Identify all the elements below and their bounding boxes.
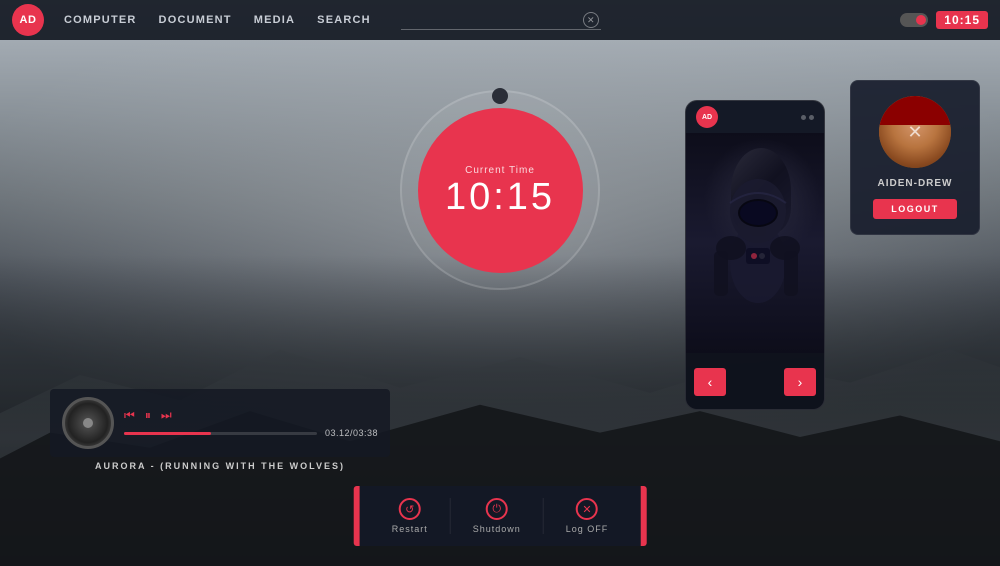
phone-header: AD xyxy=(686,101,824,133)
pause-button[interactable]: ⏸ xyxy=(145,408,151,423)
progress-row: 03.12/03:38 xyxy=(124,428,378,438)
phone-dot-1 xyxy=(801,115,806,120)
nav-computer[interactable]: COMPUTER xyxy=(64,14,137,26)
restart-label: Restart xyxy=(392,524,428,534)
phone-next-button[interactable]: › xyxy=(784,368,816,396)
music-controls: ⏮ ⏸ ⏭ 03.12/03:38 xyxy=(124,408,378,438)
nav-logo[interactable]: AD xyxy=(12,4,44,36)
shutdown-button[interactable]: ⏻ Shutdown xyxy=(451,498,544,534)
phone-image xyxy=(686,133,824,353)
nav-time-display: 10:15 xyxy=(936,11,988,29)
progress-fill xyxy=(124,432,211,435)
power-toggle[interactable] xyxy=(900,13,928,27)
music-player: ⏮ ⏸ ⏭ 03.12/03:38 AURORA - (RUNNING WITH… xyxy=(50,389,390,471)
nav-document[interactable]: DOCUMENT xyxy=(159,14,232,26)
bottom-actions: ↺ Restart ⏻ Shutdown ✕ Log OFF xyxy=(360,486,641,546)
user-name: AIDEN-DREW xyxy=(878,178,953,189)
phone-prev-button[interactable]: ‹ xyxy=(694,368,726,396)
clock-time: 10:15 xyxy=(445,178,555,216)
clock-widget: Current Time 10:15 xyxy=(390,80,610,300)
avatar-container: ✕ xyxy=(879,96,951,168)
phone-footer: ‹ › xyxy=(686,353,824,410)
search-container: ✕ xyxy=(401,11,601,30)
logoff-label: Log OFF xyxy=(566,524,609,534)
avatar-x-mark: ✕ xyxy=(879,96,951,168)
restart-button[interactable]: ↺ Restart xyxy=(370,498,451,534)
phone-dots xyxy=(801,115,814,120)
prev-button[interactable]: ⏮ xyxy=(124,408,135,423)
navbar: AD COMPUTER DOCUMENT MEDIA SEARCH ✕ 10:1… xyxy=(0,0,1000,40)
logout-button[interactable]: LOGOUT xyxy=(873,199,957,219)
phone-dot-2 xyxy=(809,115,814,120)
search-input[interactable] xyxy=(401,13,601,30)
nav-search[interactable]: SEARCH xyxy=(317,14,371,26)
robot-svg xyxy=(686,133,824,353)
bar-accent-right xyxy=(640,486,646,546)
search-clear-button[interactable]: ✕ xyxy=(583,12,599,28)
restart-icon: ↺ xyxy=(399,498,421,520)
clock-label: Current Time xyxy=(465,165,535,176)
user-card: ✕ AIDEN-DREW LOGOUT xyxy=(850,80,980,235)
phone-logo: AD xyxy=(696,106,718,128)
phone-card: AD xyxy=(685,100,825,410)
clock-dot xyxy=(492,88,508,104)
shutdown-icon: ⏻ xyxy=(486,498,508,520)
shutdown-label: Shutdown xyxy=(473,524,521,534)
time-widget: 10:15 xyxy=(900,11,988,29)
logoff-icon: ✕ xyxy=(576,498,598,520)
music-title: AURORA - (RUNNING WITH THE WOLVES) xyxy=(50,461,390,471)
music-time: 03.12/03:38 xyxy=(325,428,378,438)
clock-face: Current Time 10:15 xyxy=(418,108,583,273)
logoff-button[interactable]: ✕ Log OFF xyxy=(544,498,631,534)
next-button[interactable]: ⏭ xyxy=(161,408,172,423)
music-bar: ⏮ ⏸ ⏭ 03.12/03:38 xyxy=(50,389,390,457)
progress-bar[interactable] xyxy=(124,432,317,435)
nav-links: COMPUTER DOCUMENT MEDIA SEARCH xyxy=(64,14,371,26)
music-buttons: ⏮ ⏸ ⏭ xyxy=(124,408,378,423)
nav-media[interactable]: MEDIA xyxy=(254,14,295,26)
bottom-action-bar: ↺ Restart ⏻ Shutdown ✕ Log OFF xyxy=(354,486,647,546)
music-disc xyxy=(62,397,114,449)
avatar: ✕ xyxy=(879,96,951,168)
